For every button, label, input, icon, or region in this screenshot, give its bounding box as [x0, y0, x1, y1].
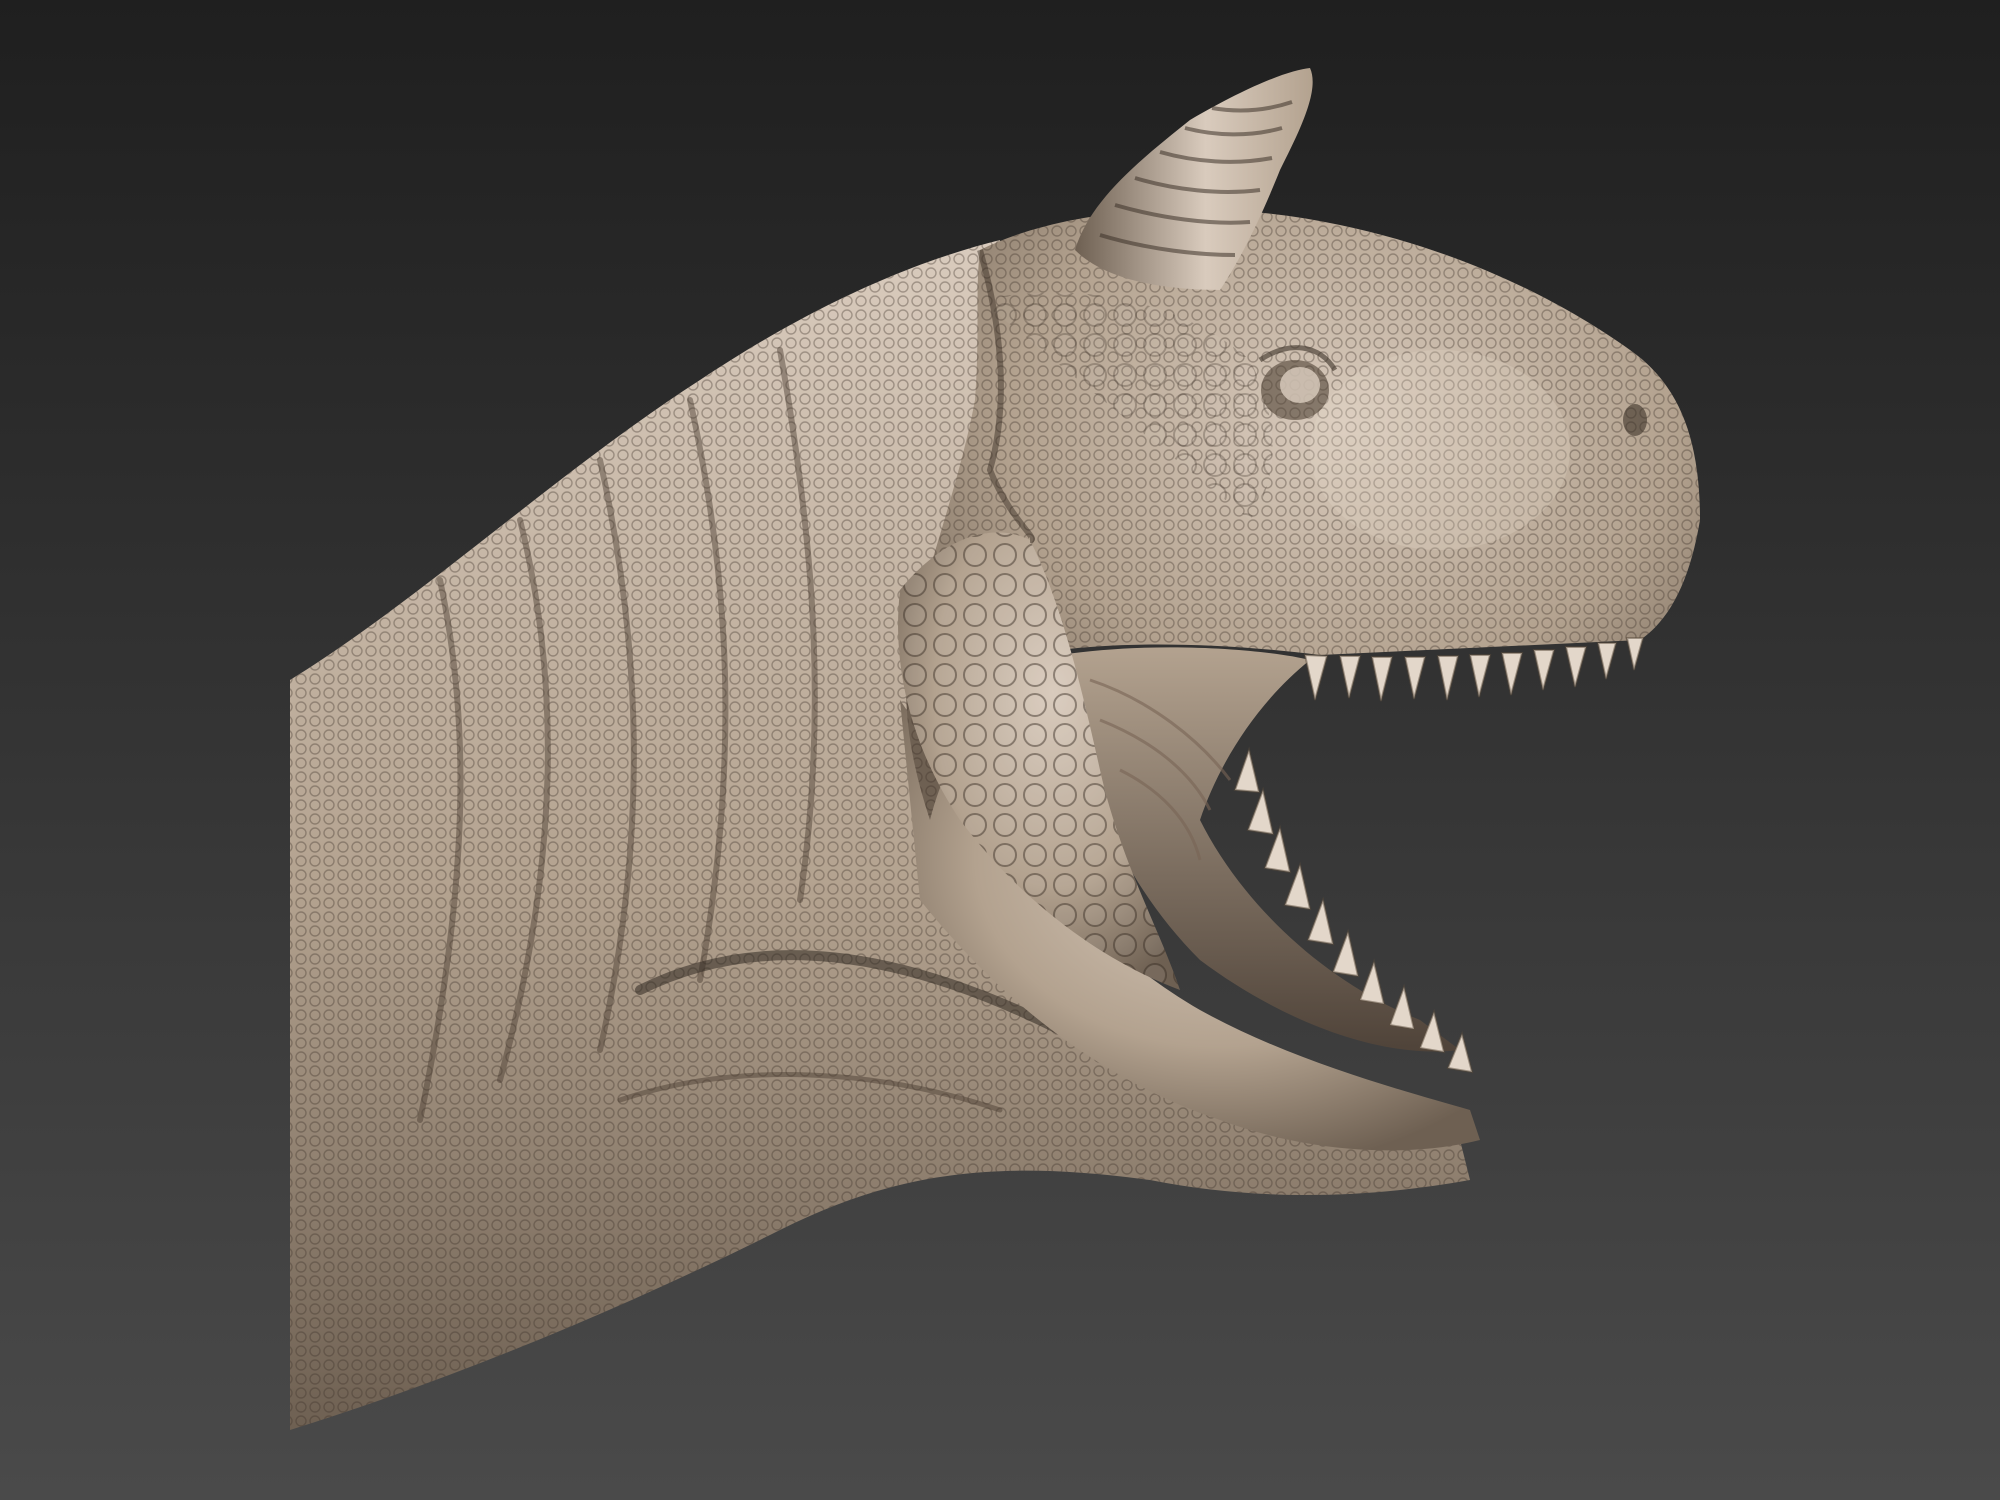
- snout-patch: [1310, 350, 1570, 550]
- sculpt-viewport: [0, 0, 2000, 1500]
- nostril: [1623, 404, 1647, 436]
- dinosaur-head-sculpt: [290, 68, 1700, 1430]
